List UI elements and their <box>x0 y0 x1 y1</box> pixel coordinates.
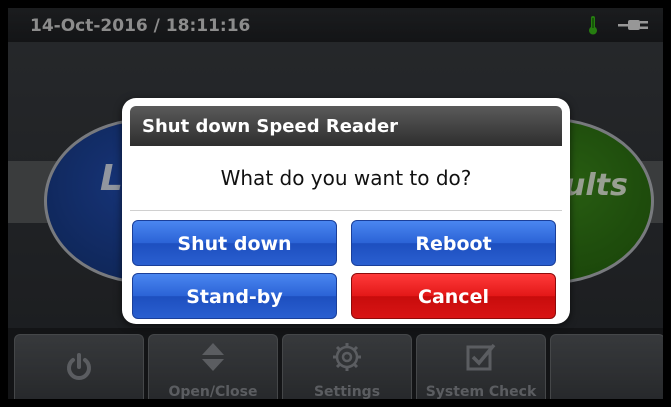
reboot-button[interactable]: Reboot <box>351 220 556 266</box>
device-screen: 14-Oct-2016 / 18:11:16 L ults Open/Close… <box>8 8 663 399</box>
shutdown-button[interactable]: Shut down <box>132 220 337 266</box>
cancel-button[interactable]: Cancel <box>351 273 556 319</box>
standby-button[interactable]: Stand-by <box>132 273 337 319</box>
dialog-title: Shut down Speed Reader <box>142 116 399 137</box>
dialog-title-bar: Shut down Speed Reader <box>130 106 562 146</box>
dialog-message: What do you want to do? <box>130 146 562 211</box>
shutdown-dialog: Shut down Speed Reader What do you want … <box>122 98 570 324</box>
